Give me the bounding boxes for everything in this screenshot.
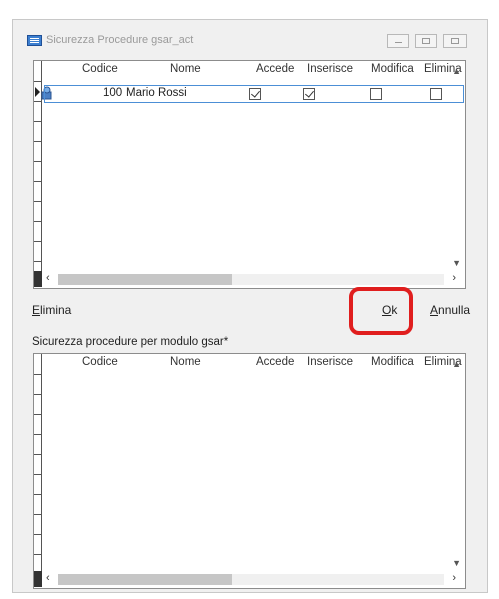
- cell-codice[interactable]: 100: [103, 87, 122, 99]
- column-header-nome[interactable]: Nome: [170, 63, 201, 75]
- scroll-down-icon[interactable]: ▼: [452, 258, 461, 268]
- title-bar: Sicurezza Procedure gsar_act: [13, 20, 487, 58]
- scroll-up-icon[interactable]: ▲: [452, 359, 461, 369]
- scroll-thumb[interactable]: [58, 274, 232, 285]
- cell-nome[interactable]: Mario Rossi: [126, 87, 187, 99]
- minimize-button[interactable]: [387, 34, 409, 48]
- app-icon: [27, 35, 42, 46]
- gutter-corner: [34, 271, 42, 287]
- column-header-accede[interactable]: Accede: [256, 356, 294, 368]
- security-procedures-window: Sicurezza Procedure gsar_act Codice Nome…: [12, 19, 488, 593]
- scroll-track[interactable]: [58, 574, 444, 585]
- checkbox-accede[interactable]: [249, 88, 261, 100]
- elimina-button[interactable]: Elimina: [32, 303, 71, 317]
- maximize-icon: [422, 38, 430, 44]
- column-header-codice[interactable]: Codice: [82, 63, 118, 75]
- column-header-nome[interactable]: Nome: [170, 356, 201, 368]
- scroll-right-icon[interactable]: ›: [452, 272, 456, 284]
- scroll-thumb[interactable]: [58, 574, 232, 585]
- checkbox-elimina[interactable]: [430, 88, 442, 100]
- column-header-modifica[interactable]: Modifica: [371, 63, 414, 75]
- restore-button[interactable]: [443, 34, 467, 48]
- ok-button-highlight: [349, 287, 413, 335]
- annulla-button[interactable]: Annulla: [430, 303, 470, 317]
- checkbox-modifica[interactable]: [370, 88, 382, 100]
- users-grid[interactable]: Codice Nome Accede Inserisce Modifica El…: [33, 60, 466, 289]
- scroll-down-icon[interactable]: ▼: [452, 558, 461, 568]
- scroll-up-icon[interactable]: ▲: [452, 66, 461, 76]
- checkbox-inserisce[interactable]: [303, 88, 315, 100]
- window-title: Sicurezza Procedure gsar_act: [46, 34, 194, 46]
- modules-grid[interactable]: Codice Nome Accede Inserisce Modifica El…: [33, 353, 466, 589]
- horizontal-scrollbar[interactable]: ‹ ›: [34, 571, 464, 587]
- row-gutter: [34, 354, 42, 572]
- minimize-icon: [395, 42, 402, 43]
- restore-icon: [451, 38, 459, 44]
- scroll-left-icon[interactable]: ‹: [46, 572, 50, 584]
- column-header-codice[interactable]: Codice: [82, 356, 118, 368]
- maximize-button[interactable]: [415, 34, 437, 48]
- section-label: Sicurezza procedure per modulo gsar*: [32, 336, 229, 348]
- gutter-corner: [34, 571, 42, 587]
- scroll-left-icon[interactable]: ‹: [46, 272, 50, 284]
- ok-button[interactable]: Ok: [382, 303, 397, 317]
- column-header-inserisce[interactable]: Inserisce: [307, 356, 353, 368]
- horizontal-scrollbar[interactable]: ‹ ›: [34, 271, 464, 287]
- column-header-inserisce[interactable]: Inserisce: [307, 63, 353, 75]
- column-header-accede[interactable]: Accede: [256, 63, 294, 75]
- column-header-modifica[interactable]: Modifica: [371, 356, 414, 368]
- scroll-right-icon[interactable]: ›: [452, 572, 456, 584]
- scroll-track[interactable]: [58, 274, 444, 285]
